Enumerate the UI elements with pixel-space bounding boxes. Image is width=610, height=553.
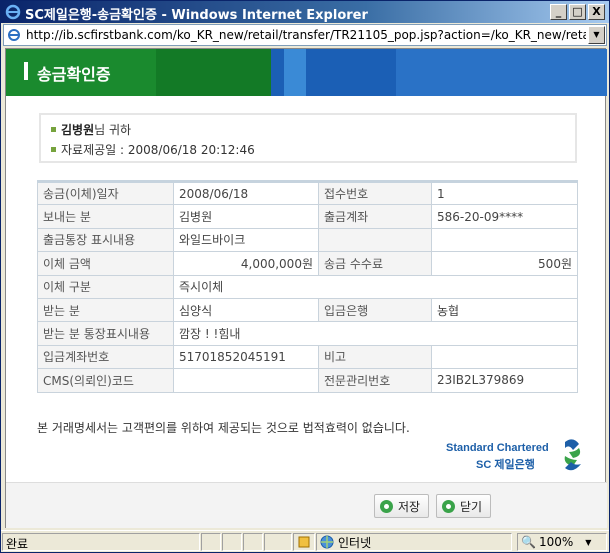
value-recipient: 심양식 [173, 297, 319, 323]
zoom-level: 100% [538, 535, 574, 549]
security-icon[interactable] [293, 533, 315, 551]
value-withdraw-account: 586-20-09**** [431, 204, 578, 229]
value-transfer-type: 즉시이체 [173, 274, 578, 299]
status-bar: 완료 인터넷 🔍 100% ▼ [1, 530, 609, 552]
table-row: 송금(이체)일자 2008/06/18 접수번호 1 [37, 180, 578, 206]
address-bar[interactable]: http://ib.scfirstbank.com/ko_KR_new/reta… [3, 24, 607, 46]
label-withdraw-account: 출금계좌 [318, 204, 432, 229]
value-receipt-number: 1 [431, 180, 578, 206]
logo-line2: SC 제일은행 [476, 459, 535, 471]
close-button[interactable]: 닫기 [436, 494, 492, 518]
value-withdraw-memo: 와일드바이크 [173, 227, 319, 253]
value-empty [431, 227, 578, 253]
save-button[interactable]: 저장 [374, 494, 430, 518]
data-provided-date: 자료제공일 : 2008/06/18 20:12:46 [61, 142, 255, 157]
page-header: 송금확인증 [6, 49, 607, 96]
button-bar: 저장 닫기 [6, 482, 607, 528]
status-text: 완료 [2, 533, 200, 551]
ie-logo-icon [5, 4, 21, 20]
value-recipient-memo: 깜장 ! !힘내 [173, 321, 578, 346]
label-withdraw-memo: 출금통장 표시내용 [37, 227, 174, 253]
label-receipt-number: 접수번호 [318, 180, 432, 206]
label-transfer-fee: 송금 수수료 [318, 251, 432, 276]
value-deposit-bank: 농협 [431, 297, 578, 323]
label-transfer-type: 이체 구분 [37, 274, 174, 299]
label-message-number: 전문관리번호 [318, 368, 432, 393]
table-row: 이체 구분 즉시이체 [37, 274, 578, 299]
close-label: 닫기 [460, 499, 483, 514]
bullet-icon [51, 126, 56, 132]
bullet-icon [51, 146, 56, 152]
status-slot [264, 533, 292, 551]
sc-logo-icon [564, 439, 581, 471]
zoom-icon: 🔍 [521, 535, 536, 549]
label-transfer-date: 송금(이체)일자 [37, 180, 174, 206]
title-bar: SC제일은행-송금확인증 - Windows Internet Explorer… [1, 1, 609, 23]
close-icon [442, 499, 455, 513]
zone-indicator: 인터넷 [316, 533, 512, 551]
zone-text: 인터넷 [338, 535, 372, 550]
browser-window: SC제일은행-송금확인증 - Windows Internet Explorer… [0, 0, 610, 553]
save-icon [380, 499, 393, 513]
label-remarks: 비고 [318, 344, 432, 370]
label-deposit-account: 입금계좌번호 [37, 344, 174, 370]
maximize-button[interactable]: □ [569, 4, 586, 20]
table-row: 받는 분 통장표시내용 깜장 ! !힘내 [37, 321, 578, 346]
honorific: 님 귀하 [94, 122, 132, 137]
zoom-control[interactable]: 🔍 100% ▼ [517, 533, 607, 551]
legal-notice: 본 거래명세서는 고객편의를 위하여 제공되는 것으로 법적효력이 없습니다. [37, 421, 410, 435]
label-cms-code: CMS(의뢰인)코드 [37, 368, 174, 393]
window-title: SC제일은행-송금확인증 - Windows Internet Explorer [25, 8, 368, 23]
table-row: CMS(의뢰인)코드 전문관리번호 23IB2L379869 [37, 368, 578, 393]
label-recipient: 받는 분 [37, 297, 174, 323]
transfer-detail-table: 송금(이체)일자 2008/06/18 접수번호 1 보내는 분 김병원 출금계… [37, 180, 578, 393]
label-sender: 보내는 분 [37, 204, 174, 229]
label-transfer-amount: 이체 금액 [37, 251, 174, 276]
status-slot [201, 533, 221, 551]
customer-name: 김병원 [61, 122, 95, 137]
table-row: 입금계좌번호 51701852045191 비고 [37, 344, 578, 370]
customer-info-box: 김병원 님 귀하 자료제공일 : 2008/06/18 20:12:46 [39, 113, 577, 163]
table-row: 보내는 분 김병원 출금계좌 586-20-09**** [37, 204, 578, 229]
minimize-button[interactable]: _ [550, 4, 567, 20]
close-window-button[interactable]: X [588, 4, 605, 20]
table-row: 출금통장 표시내용 와일드바이크 [37, 227, 578, 253]
header-marker-icon [24, 62, 28, 80]
sc-logo: Standard Chartered SC 제일은행 [446, 438, 586, 472]
address-dropdown-icon[interactable]: ▼ [588, 26, 605, 44]
label-recipient-memo: 받는 분 통장표시내용 [37, 321, 174, 346]
logo-line1: Standard Chartered [446, 442, 549, 454]
value-deposit-account: 51701852045191 [173, 344, 319, 370]
chevron-down-icon[interactable]: ▼ [585, 538, 591, 547]
status-slot [222, 533, 242, 551]
value-transfer-date: 2008/06/18 [173, 180, 319, 206]
value-transfer-fee: 500원 [431, 251, 578, 276]
value-message-number: 23IB2L379869 [431, 368, 578, 393]
label-deposit-bank: 입금은행 [318, 297, 432, 323]
globe-icon [320, 535, 334, 549]
value-transfer-amount: 4,000,000원 [173, 251, 319, 276]
page-icon [8, 29, 20, 41]
table-row: 이체 금액 4,000,000원 송금 수수료 500원 [37, 251, 578, 276]
table-row: 받는 분 심양식 입금은행 농협 [37, 297, 578, 323]
page-content: 송금확인증 김병원 님 귀하 자료제공일 : 2008/06/18 20:12:… [5, 48, 607, 528]
save-label: 저장 [398, 499, 421, 514]
label-empty [318, 227, 432, 253]
status-slot [243, 533, 263, 551]
page-title: 송금확인증 [37, 65, 111, 84]
value-remarks [431, 344, 578, 370]
value-sender: 김병원 [173, 204, 319, 229]
value-cms-code [173, 368, 319, 393]
url-text[interactable]: http://ib.scfirstbank.com/ko_KR_new/reta… [26, 28, 586, 42]
